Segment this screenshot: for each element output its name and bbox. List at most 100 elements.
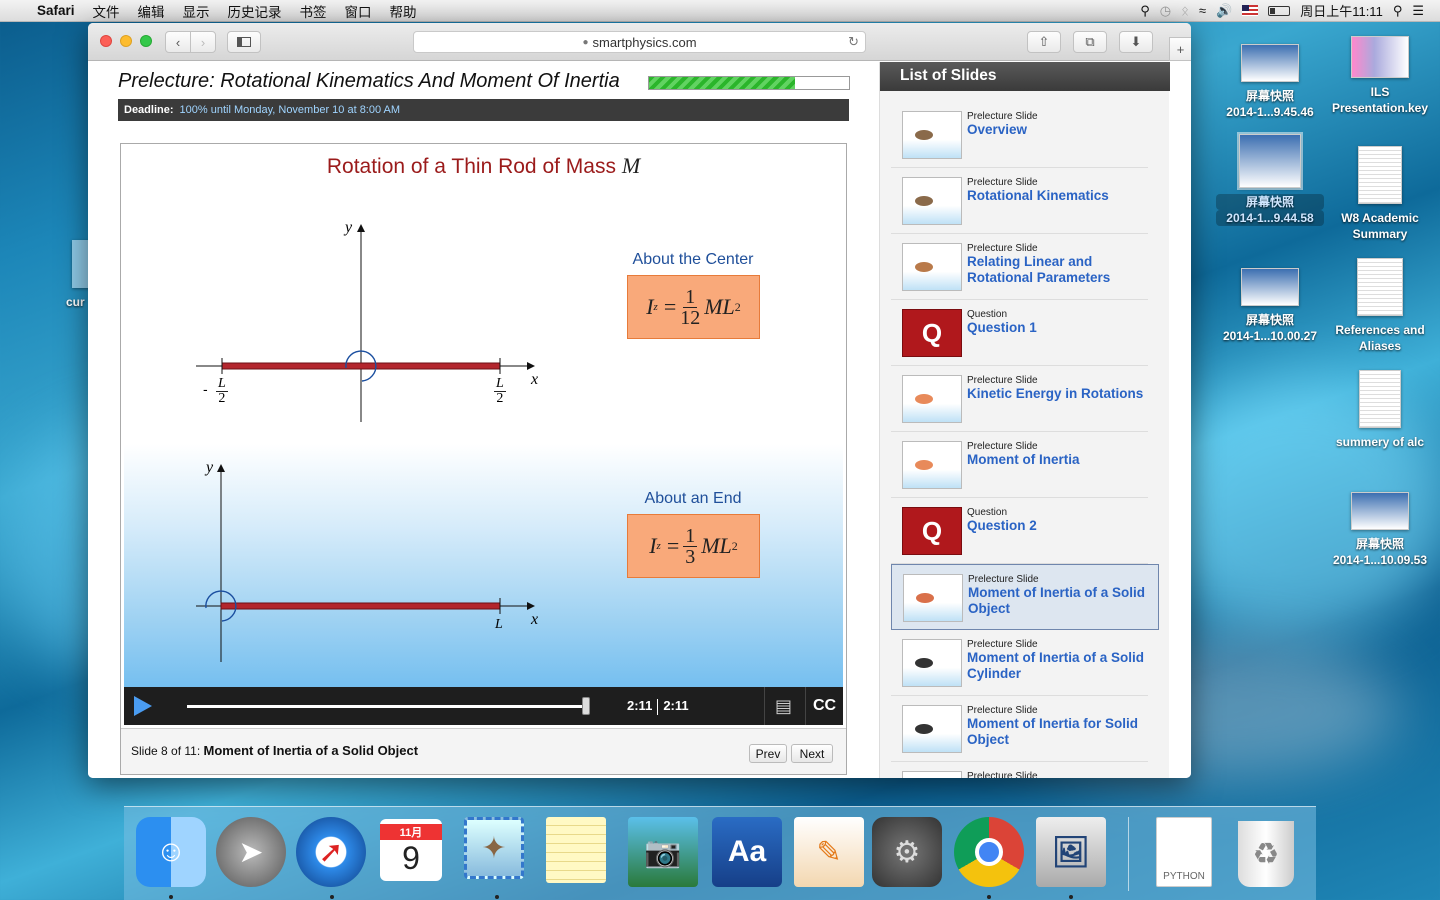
battery-icon[interactable] — [1268, 5, 1291, 16]
zoom-window-button[interactable] — [140, 35, 152, 47]
slide-info: Slide 8 of 11: Moment of Inertia of a So… — [131, 743, 418, 758]
spotlight-menu-icon[interactable]: ⚲ — [1140, 3, 1150, 19]
slide-list-item[interactable]: Prelecture Slide Moment of Inertia — [891, 432, 1148, 498]
address-bar[interactable]: ● smartphysics.com ↻ — [413, 31, 866, 53]
y-axis-label: y — [206, 459, 214, 476]
desktop-icon-label: Presentation.key — [1331, 101, 1429, 115]
new-tab-button[interactable]: + — [1169, 37, 1191, 61]
menu-bookmarks[interactable]: 书签 — [291, 1, 336, 21]
sidebar-icon — [237, 37, 251, 47]
back-button[interactable]: ‹ — [165, 31, 191, 53]
safari-icon[interactable]: ➚ — [296, 817, 366, 887]
desktop-file-w8-academic-summary[interactable]: W8 Academic Summary — [1326, 146, 1434, 242]
x-axis-label: x — [531, 611, 539, 628]
python-file-icon[interactable]: PYTHON — [1156, 817, 1212, 887]
prev-button[interactable]: Prev — [749, 744, 787, 763]
desktop-icon-label: 屏幕快照 — [1355, 537, 1404, 551]
menu-file[interactable]: 文件 — [84, 1, 129, 21]
play-icon[interactable] — [134, 696, 152, 716]
tabs-overview-button[interactable]: ⧉ — [1073, 31, 1107, 53]
safari-window: ‹ › ● smartphysics.com ↻ ⇧ ⧉ ⬇ + Prelect… — [88, 23, 1191, 778]
desktop-file-references-and-aliases[interactable]: References and Aliases — [1326, 258, 1434, 354]
desktop-file-screenshot-2[interactable]: 屏幕快照 2014-1...9.44.58 — [1216, 132, 1324, 226]
reload-icon[interactable]: ↻ — [848, 34, 859, 50]
thumbnail-mark — [915, 196, 933, 206]
about-center-caption: About the Center — [632, 251, 754, 268]
bluetooth-icon[interactable]: ᛟ — [1181, 3, 1189, 18]
slide-list-item[interactable]: Q Question Question 1 — [891, 300, 1148, 366]
search-icon[interactable]: ⚲ — [1393, 3, 1403, 19]
slide-thumbnail — [902, 771, 962, 778]
calendar-month: 11月 — [380, 823, 442, 840]
launchpad-icon[interactable]: ➤ — [216, 817, 286, 887]
forward-button[interactable]: › — [190, 31, 216, 53]
dock: ☺ ➤ ➚ 11月 9 ✦ 📷 Aa ✎ ⚙ 🖼 PYTHON ♻ — [124, 806, 1316, 900]
downloads-button[interactable]: ⬇ — [1119, 31, 1153, 53]
mail-icon[interactable]: ✦ — [464, 817, 524, 879]
slide-title: Kinetic Energy in Rotations — [967, 386, 1144, 401]
iphoto-icon[interactable]: 📷 — [628, 817, 698, 887]
lock-icon: ● — [582, 36, 589, 48]
sidebar-toggle-button[interactable] — [227, 31, 261, 53]
slide-title: Question 1 — [967, 320, 1037, 335]
sidebar-heading: List of Slides — [880, 62, 1170, 91]
desktop-file-screenshot-4[interactable]: 屏幕快照 2014-1...10.09.53 — [1326, 492, 1434, 568]
menu-app-safari[interactable]: Safari — [28, 3, 84, 18]
desktop-icon-label: 2014-1...10.00.27 — [1222, 329, 1318, 343]
menu-window[interactable]: 窗口 — [336, 1, 381, 21]
length-label: L — [495, 617, 503, 632]
trash-icon[interactable]: ♻ — [1238, 821, 1294, 887]
seek-bar[interactable] — [187, 705, 585, 708]
slide-list-item[interactable]: Prelecture Slide Overview — [891, 102, 1148, 168]
desktop-file-summery-of-alc[interactable]: summery of alc — [1326, 370, 1434, 450]
time-machine-icon[interactable]: ◷ — [1160, 3, 1171, 19]
neg-half-length-label: L2 — [216, 377, 228, 406]
closed-captions-icon[interactable]: CC — [805, 687, 843, 725]
notes-icon[interactable] — [546, 817, 606, 883]
menu-edit[interactable]: 编辑 — [129, 1, 174, 21]
finder-icon[interactable]: ☺ — [136, 817, 206, 887]
preview-icon[interactable]: 🖼 — [1036, 817, 1106, 887]
thumbnail-mark — [915, 724, 933, 734]
desktop-icon-label: 2014-1...9.45.46 — [1226, 105, 1314, 119]
fraction-denominator: 2 — [218, 391, 226, 406]
notification-center-icon[interactable]: ☰ — [1412, 3, 1424, 19]
slide-list-item[interactable]: Prelecture Slide Relating Linear and Rota… — [891, 234, 1148, 300]
rod-2 — [220, 602, 501, 610]
desktop-file-ils-presentation[interactable]: ILS Presentation.key — [1326, 36, 1434, 116]
menu-history[interactable]: 历史记录 — [219, 1, 291, 21]
slide-list-item[interactable]: Prelecture Slide Moment of Inertia for So… — [891, 696, 1148, 762]
keynote-thumbnail — [1351, 36, 1409, 78]
minimize-window-button[interactable] — [120, 35, 132, 47]
slide-list-item[interactable]: Prelecture Slide Moment of Inertia of a S… — [891, 564, 1159, 630]
seek-handle[interactable] — [582, 697, 590, 715]
next-button[interactable]: Next — [791, 744, 833, 763]
wifi-icon[interactable]: ≈ — [1199, 3, 1206, 18]
dictionary-icon[interactable]: Aa — [712, 817, 782, 887]
flag-input-icon[interactable] — [1242, 5, 1259, 16]
slide-player: Rotation of a Thin Rod of Mass M y x - L… — [120, 143, 847, 775]
slide-list-item[interactable]: Prelecture Slide Moment of Inertia of a S… — [891, 630, 1148, 696]
system-preferences-icon[interactable]: ⚙ — [872, 817, 942, 887]
volume-icon[interactable]: 🔊 — [1216, 3, 1232, 19]
slide-kind: Prelecture Slide — [967, 177, 1038, 188]
desktop-file-screenshot-1[interactable]: 屏幕快照 2014-1...9.45.46 — [1216, 44, 1324, 120]
fraction-numerator: L — [494, 376, 506, 392]
menu-help[interactable]: 帮助 — [381, 1, 426, 21]
formula-sub: z — [656, 540, 661, 552]
pages-icon[interactable]: ✎ — [794, 817, 864, 887]
menu-view[interactable]: 显示 — [174, 1, 219, 21]
menubar-clock[interactable]: 周日上午11:11 — [1300, 1, 1383, 20]
desktop-file-screenshot-3[interactable]: 屏幕快照 2014-1...10.00.27 — [1216, 268, 1324, 344]
calendar-icon[interactable]: 11月 9 — [380, 819, 442, 881]
slide-canvas: Rotation of a Thin Rod of Mass M y x - L… — [124, 147, 843, 687]
running-indicator — [330, 895, 334, 899]
transcript-icon[interactable]: ▤ — [764, 687, 802, 725]
slide-list-item[interactable]: Prelecture Slide Kinetic Energy in Rotati… — [891, 366, 1148, 432]
share-button[interactable]: ⇧ — [1027, 31, 1061, 53]
slide-list-item[interactable]: Prelecture Slide Rotational Kinematics — [891, 168, 1148, 234]
slide-list-item[interactable]: Q Question Question 2 — [891, 498, 1148, 564]
close-window-button[interactable] — [100, 35, 112, 47]
slide-list-item[interactable]: Prelecture Slide — [891, 762, 1148, 778]
chrome-icon[interactable] — [954, 817, 1024, 887]
